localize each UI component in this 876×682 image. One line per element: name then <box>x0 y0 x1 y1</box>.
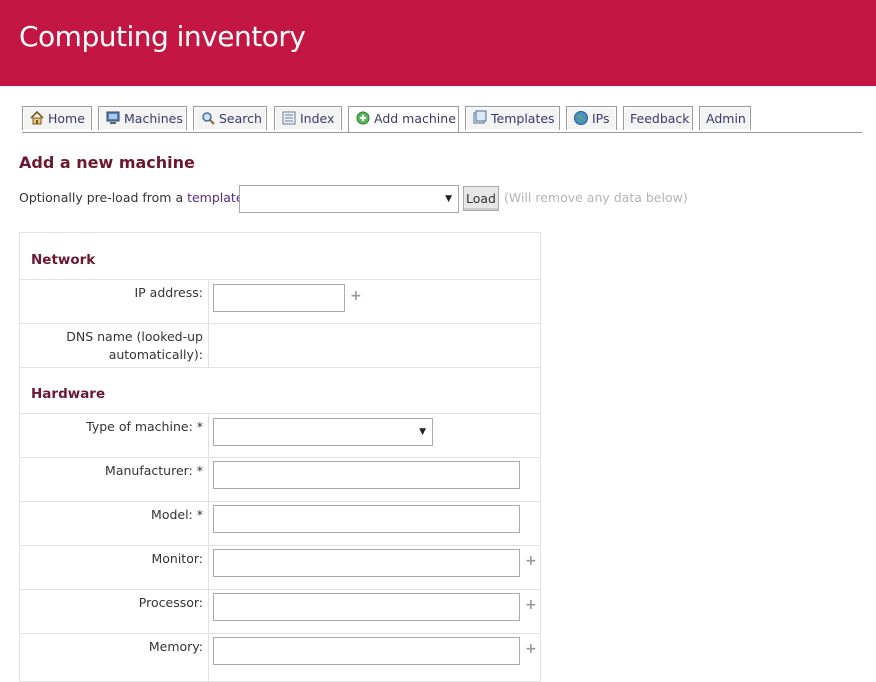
ip-label-cell: IP address: <box>20 280 209 323</box>
nav-tabs: Home Machines Search Index Add machine T… <box>22 106 862 133</box>
type-row: Type of machine: * ▼ <box>20 414 540 458</box>
machine-type-select[interactable]: ▼ <box>213 418 433 446</box>
tab-feedback-label: Feedback <box>630 111 690 126</box>
manufacturer-label: Manufacturer: * <box>105 463 203 478</box>
ip-row: IP address: + <box>20 280 540 324</box>
dns-label-line1: DNS name (looked-up <box>66 329 203 344</box>
template-link[interactable]: template <box>187 190 243 205</box>
magnifier-icon <box>202 112 215 125</box>
tab-machines[interactable]: Machines <box>98 106 187 130</box>
manufacturer-label-cell: Manufacturer: * <box>20 458 209 501</box>
monitor-label-cell: Monitor: <box>20 546 209 589</box>
add-ip-plus-icon[interactable]: + <box>350 288 362 304</box>
model-row: Model: * <box>20 502 540 546</box>
tab-add-machine[interactable]: Add machine <box>348 106 459 132</box>
network-heading: Network <box>31 252 96 268</box>
type-label: Type of machine: * <box>86 419 203 434</box>
globe-icon <box>574 111 588 125</box>
dns-row: DNS name (looked-up automatically): <box>20 324 540 368</box>
dns-label: DNS name (looked-up automatically): <box>66 328 203 364</box>
monitor-label: Monitor: <box>151 551 203 566</box>
chevron-down-icon: ▼ <box>445 194 452 204</box>
tab-admin-label: Admin <box>706 111 746 126</box>
processor-label: Processor: <box>138 595 203 610</box>
dns-label-cell: DNS name (looked-up automatically): <box>20 324 209 367</box>
model-input[interactable] <box>213 505 520 533</box>
network-section-row: Network <box>20 233 540 280</box>
tab-templates[interactable]: Templates <box>465 106 560 130</box>
tab-templates-label: Templates <box>491 111 555 126</box>
tab-home-label: Home <box>48 111 85 126</box>
app-title: Computing inventory <box>19 20 306 53</box>
add-processor-plus-icon[interactable]: + <box>525 597 537 613</box>
tab-search-label: Search <box>219 111 262 126</box>
preload-text: Optionally pre-load from a template: <box>19 190 248 205</box>
chevron-down-icon: ▼ <box>419 427 426 437</box>
tab-ips[interactable]: IPs <box>566 106 617 130</box>
manufacturer-input[interactable] <box>213 461 520 489</box>
preload-prefix: Optionally pre-load from a <box>19 190 188 205</box>
processor-label-cell: Processor: <box>20 590 209 633</box>
dns-label-line2: automatically): <box>108 347 203 362</box>
hardware-heading: Hardware <box>31 386 106 402</box>
model-label: Model: * <box>151 507 203 522</box>
processor-row: Processor: + <box>20 590 540 634</box>
ip-input[interactable] <box>213 284 345 312</box>
tab-admin[interactable]: Admin <box>699 106 751 130</box>
memory-label: Memory: <box>148 639 203 654</box>
add-machine-form: Network IP address: + DNS name (looked-u… <box>19 232 541 682</box>
add-icon <box>356 111 370 125</box>
model-label-cell: Model: * <box>20 502 209 545</box>
type-label-cell: Type of machine: * <box>20 414 209 457</box>
computer-icon <box>106 111 120 124</box>
monitor-row: Monitor: + <box>20 546 540 590</box>
hardware-section-row: Hardware <box>20 368 540 414</box>
manufacturer-row: Manufacturer: * <box>20 458 540 502</box>
ip-label: IP address: <box>134 285 203 300</box>
site-header: Computing inventory <box>0 0 876 86</box>
add-memory-plus-icon[interactable]: + <box>525 641 537 657</box>
home-icon <box>30 110 44 125</box>
tab-feedback[interactable]: Feedback <box>623 106 693 130</box>
tab-ips-label: IPs <box>592 111 610 126</box>
template-select[interactable]: ▼ <box>239 185 459 213</box>
load-note: (Will remove any data below) <box>504 190 688 205</box>
tab-home[interactable]: Home <box>22 106 92 130</box>
tab-index[interactable]: Index <box>274 106 342 130</box>
memory-input[interactable] <box>213 637 520 665</box>
tab-machines-label: Machines <box>124 111 183 126</box>
tab-index-label: Index <box>300 111 335 126</box>
page-title: Add a new machine <box>19 153 195 172</box>
tab-search[interactable]: Search <box>193 106 267 130</box>
list-icon <box>282 111 296 125</box>
load-button[interactable]: Load <box>463 186 499 211</box>
add-monitor-plus-icon[interactable]: + <box>525 553 537 569</box>
monitor-input[interactable] <box>213 549 520 577</box>
tab-add-machine-label: Add machine <box>374 111 456 126</box>
processor-input[interactable] <box>213 593 520 621</box>
templates-icon <box>473 110 487 124</box>
